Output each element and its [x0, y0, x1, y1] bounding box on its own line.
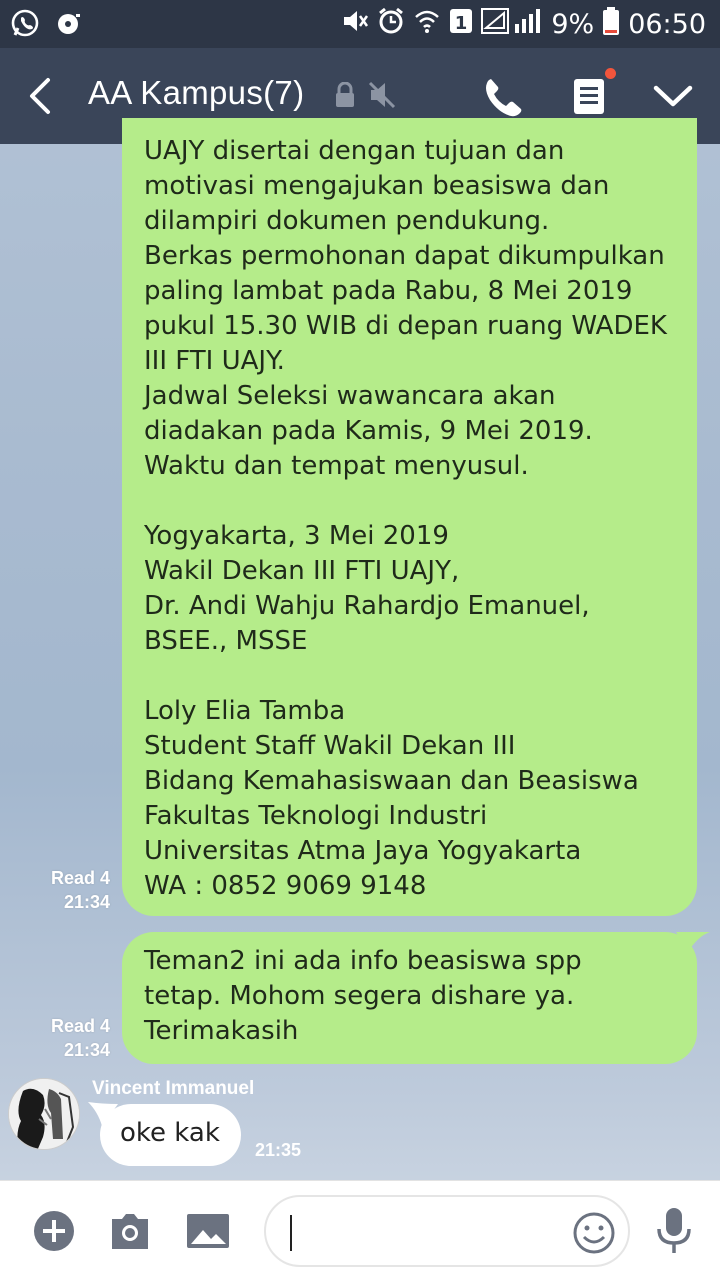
outgoing-message-bubble[interactable]: UAJY disertai dengan tujuan dan motivasi… [122, 118, 697, 916]
whatsapp-icon [10, 8, 40, 42]
sim-slot-label: 1 [455, 13, 468, 34]
lock-icon [334, 81, 356, 112]
camera-icon[interactable] [108, 1211, 152, 1255]
status-bar: 1 9% 06:50 [0, 0, 720, 48]
message-time: 21:34 [63, 892, 110, 912]
outgoing-message-bubble[interactable]: Teman2 ini ada info beasiswa spp tetap. … [122, 932, 697, 1064]
avatar[interactable] [8, 1078, 80, 1150]
notification-dot [605, 68, 616, 79]
notes-icon[interactable] [572, 76, 606, 120]
microphone-icon[interactable] [656, 1207, 692, 1259]
music-icon [54, 8, 84, 42]
message-meta: Read 4 21:34 [20, 866, 110, 914]
message-meta: Read 4 21:34 [20, 1014, 110, 1062]
message-input-bar [0, 1180, 720, 1280]
alarm-icon [377, 7, 405, 42]
read-receipt: Read 4 [50, 1016, 110, 1036]
message-time: 21:34 [63, 1040, 110, 1060]
incoming-message-bubble[interactable]: oke kak [100, 1104, 241, 1166]
mute-icon [341, 7, 369, 42]
plus-icon[interactable] [33, 1210, 75, 1256]
battery-icon [602, 6, 620, 43]
message-input[interactable] [264, 1195, 630, 1267]
battery-percent: 9% [551, 9, 595, 40]
phone-icon[interactable] [482, 76, 524, 122]
mute-icon [368, 80, 396, 114]
message-time: 21:35 [255, 1140, 302, 1160]
clock: 06:50 [628, 9, 706, 40]
signal-icon [481, 6, 543, 43]
sender-name: Vincent Immanuel [92, 1078, 255, 1099]
chevron-down-icon[interactable] [652, 82, 694, 114]
sim-icon: 1 [449, 7, 473, 42]
emoji-icon[interactable] [572, 1211, 616, 1259]
image-icon[interactable] [186, 1213, 230, 1253]
back-arrow-icon[interactable] [22, 74, 62, 118]
read-receipt: Read 4 [50, 868, 110, 888]
chat-title[interactable]: AA Kampus(7) [88, 74, 304, 112]
wifi-icon [413, 7, 441, 42]
text-cursor [290, 1215, 292, 1251]
